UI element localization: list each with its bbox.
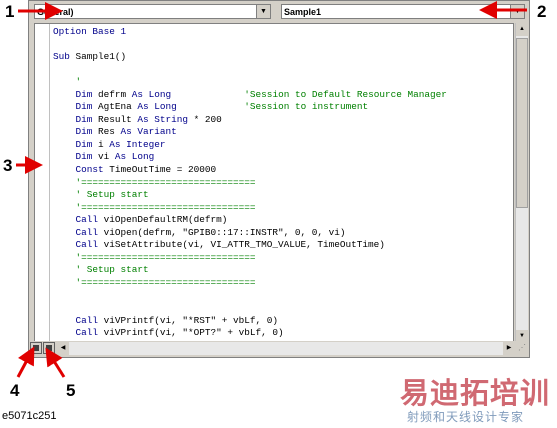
callout-4-arrow [16, 346, 35, 378]
callout-2-label: 2 [537, 2, 547, 21]
callout-5-label: 5 [66, 381, 76, 400]
callout-1-label: 1 [5, 2, 15, 21]
figure-caption: e5071c251 [2, 410, 57, 422]
callout-arrows [16, 1, 527, 378]
callout-5-arrow [45, 347, 66, 378]
callout-3-label: 3 [3, 156, 13, 175]
callout-4-label: 4 [10, 381, 20, 400]
watermark-subtitle: 射频和天线设计专家 [407, 410, 525, 424]
watermark-title: 易迪拓培训 [400, 376, 551, 410]
